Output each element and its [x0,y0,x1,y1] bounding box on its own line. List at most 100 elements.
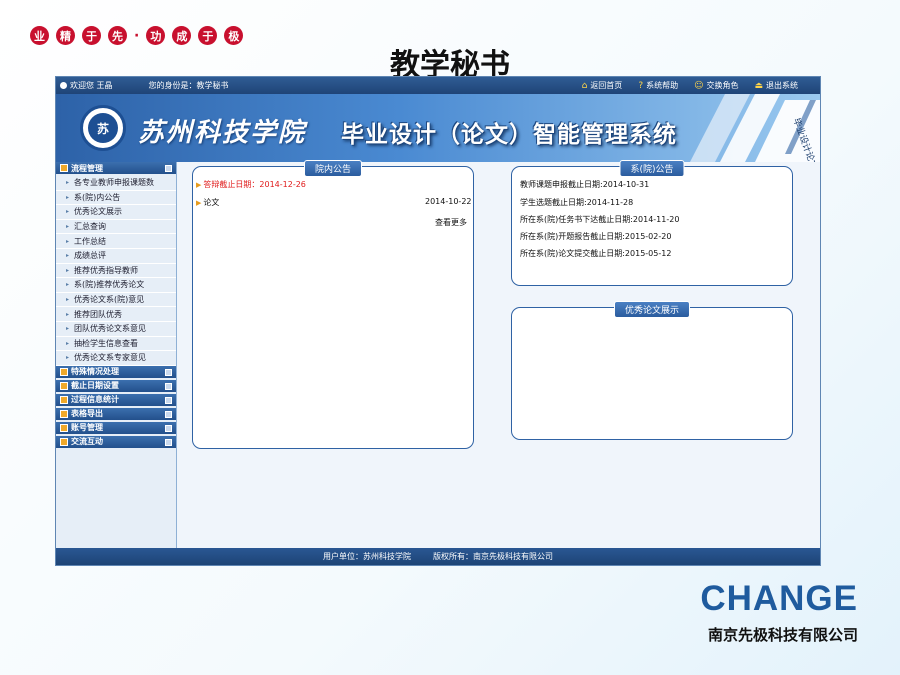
view-more-link[interactable]: 查看更多 [435,217,467,228]
folder-icon [60,367,68,376]
triangle-icon: ▶ [196,199,202,207]
sidebar-item[interactable]: ▸ 各专业教师申报课题数 [56,176,176,191]
arrow-right-icon: ▸ [66,223,70,231]
top-bar: 欢迎您 王晶 您的身份是：教学秘书 ⌂ 返回首页 ? 系统帮助 ☺ 交换角色 ⏏… [56,77,820,94]
company-branding: CHANGE 南京先极科技有限公司 [700,580,858,645]
sidebar-item[interactable]: ▸ 工作总结 [56,234,176,249]
nav-switch-role[interactable]: ☺ 交换角色 [694,80,738,91]
footer-copyright: 版权所有：南京先极科技有限公司 [433,552,553,561]
sidebar-item-label: 工作总结 [74,236,107,246]
nav-label: 系统帮助 [646,81,679,90]
sidebar-item-label: 各专业教师申报课题数 [74,178,155,188]
expand-icon[interactable] [165,396,172,404]
expand-icon[interactable] [165,410,172,418]
nav-help[interactable]: ? 系统帮助 [638,80,678,91]
top-nav: ⌂ 返回首页 ? 系统帮助 ☺ 交换角色 ⏏ 退出系统 [582,77,798,94]
app-window: 欢迎您 王晶 您的身份是：教学秘书 ⌂ 返回首页 ? 系统帮助 ☺ 交换角色 ⏏… [55,76,821,566]
expand-icon[interactable] [165,438,172,446]
nav-logout[interactable]: ⏏ 退出系统 [754,80,798,91]
section-title: 特殊情况处理 [71,367,119,377]
folder-icon [60,409,68,418]
folder-icon [60,423,68,432]
section-title: 截止日期设置 [71,381,119,391]
books-decoration-icon: 毕业设计论文 [690,94,820,162]
dept-notice-panel: 系(院)公告 教师课题申报截止日期:2014-10-31 学生选题截止日期:20… [511,160,793,286]
system-title: 毕业设计（论文）智能管理系统 [341,122,677,148]
sidebar-item[interactable]: ▸ 推荐团队优秀 [56,307,176,322]
sidebar-item[interactable]: ▸ 优秀论文展示 [56,205,176,220]
arrow-right-icon: ▸ [66,179,70,187]
deadline-item: 所在系(院)论文提交截止日期:2015-05-12 [520,249,672,258]
notice-item[interactable]: ▶ 答辩截止日期：2014-12-26 [196,179,306,190]
arrow-right-icon: ▸ [66,266,70,274]
expand-icon[interactable] [165,424,172,432]
arrow-right-icon: ▸ [66,237,70,245]
sidebar-item-label: 推荐团队优秀 [74,309,123,319]
section-title: 账号管理 [71,423,103,433]
sidebar-item[interactable]: ▸ 团队优秀论文系意见 [56,322,176,337]
sidebar-item-label: 成绩总评 [74,251,107,261]
help-icon: ? [638,80,644,91]
folder-icon [60,437,68,446]
sidebar-section-deadline[interactable]: 截止日期设置 [56,379,176,394]
deadline-item: 教师课题申报截止日期:2014-10-31 [520,180,650,189]
arrow-right-icon: ▸ [66,208,70,216]
arrow-right-icon: ▸ [66,252,70,260]
section-title: 过程信息统计 [71,395,119,405]
deadline-item: 所在系(院)开题报告截止日期:2015-02-20 [520,232,672,241]
user-icon [60,82,67,89]
nav-label: 返回首页 [590,81,623,90]
sidebar-item[interactable]: ▸ 优秀论文系专家意见 [56,351,176,366]
sidebar-section-special[interactable]: 特殊情况处理 [56,365,176,380]
arrow-right-icon: ▸ [66,193,70,201]
folder-icon [60,381,68,390]
company-logo: CHANGE [700,579,858,618]
college-notice-panel: 院内公告 ▶ 答辩截止日期：2014-12-26 ▶ 论文 2014-10-22 查… [192,160,474,449]
sidebar-section-account[interactable]: 账号管理 [56,421,176,436]
arrow-right-icon: ▸ [66,325,70,333]
arrow-right-icon: ▸ [66,339,70,347]
welcome-text: 欢迎您 王晶 [70,81,113,90]
excellent-papers-panel: 优秀论文展示 [511,301,793,440]
arrow-right-icon: ▸ [66,281,70,289]
school-name: 苏州科技学院 [138,118,307,148]
sidebar-item-label: 团队优秀论文系意见 [74,324,147,334]
logout-icon: ⏏ [754,80,763,91]
arrow-right-icon: ▸ [66,296,70,304]
footer: 用户单位：苏州科技学院 版权所有：南京先极科技有限公司 [56,548,820,565]
sidebar-item[interactable]: ▸ 抽检学生信息查看 [56,337,176,352]
sidebar-item-label: 推荐优秀指导教师 [74,265,139,275]
sidebar-item[interactable]: ▸ 推荐优秀指导教师 [56,264,176,279]
notice-text: 论文 [203,198,220,207]
arrow-right-icon: ▸ [66,354,70,362]
expand-icon[interactable] [165,368,172,376]
notice-text: 答辩截止日期：2014-12-26 [203,180,306,189]
section-title: 流程管理 [71,163,103,173]
nav-home[interactable]: ⌂ 返回首页 [582,80,623,91]
section-title: 表格导出 [71,409,103,419]
sidebar-item[interactable]: ▸ 汇总查询 [56,220,176,235]
sidebar-item-label: 系(院)内公告 [74,192,121,202]
panel-title: 系(院)公告 [619,160,685,177]
main-area: 流程管理 ▸ 各专业教师申报课题数 ▸ 系(院)内公告 ▸ 优秀论文展示 ▸ 汇总查询 … [56,160,820,548]
folder-icon [60,164,68,172]
expand-icon[interactable] [165,382,172,390]
sidebar-item[interactable]: ▸ 系(院)推荐优秀论文 [56,278,176,293]
sidebar-section-interaction[interactable]: 交流互动 [56,435,176,450]
sidebar-item-label: 系(院)推荐优秀论文 [74,280,145,290]
sidebar-section-flow[interactable]: 流程管理 [56,162,176,176]
sidebar-item[interactable]: ▸ 优秀论文系(院)意见 [56,293,176,308]
collapse-icon[interactable] [165,165,172,172]
switch-role-icon: ☺ [694,80,704,91]
sidebar-item[interactable]: ▸ 成绩总评 [56,249,176,264]
sidebar-section-stats[interactable]: 过程信息统计 [56,393,176,408]
deadline-item: 学生选题截止日期:2014-11-28 [520,198,634,207]
sidebar-section-export[interactable]: 表格导出 [56,407,176,422]
sidebar-item-label: 优秀论文系(院)意见 [74,295,145,305]
company-name: 南京先极科技有限公司 [707,626,858,644]
sidebar-item-label: 抽检学生信息查看 [74,338,139,348]
notice-item[interactable]: ▶ 论文 [196,197,219,208]
arrow-right-icon: ▸ [66,310,70,318]
sidebar-item-label: 汇总查询 [74,222,107,232]
sidebar-item[interactable]: ▸ 系(院)内公告 [56,191,176,206]
